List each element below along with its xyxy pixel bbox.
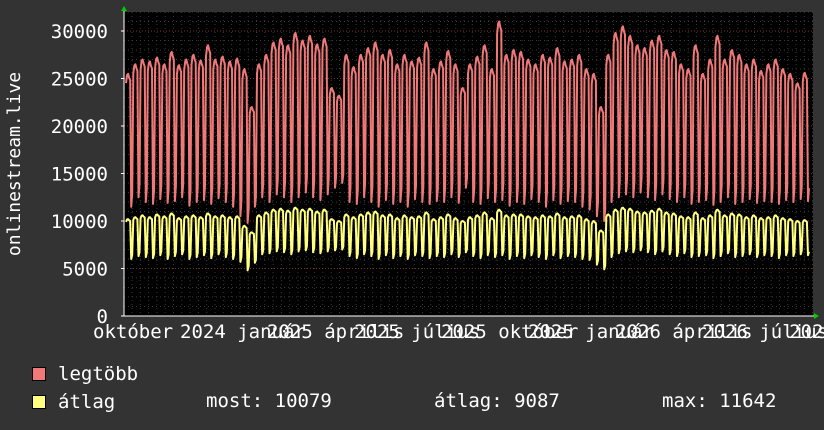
legend-label-atlag: átlag: [58, 391, 116, 413]
stat-most: most: 10079: [206, 390, 332, 412]
legend-swatch-atlag: [32, 395, 46, 409]
y-tick-label: 15000: [51, 164, 108, 186]
x-tick-label: 2026 október: [789, 321, 824, 343]
y-axis-label: onlinestream.live: [4, 72, 25, 256]
y-tick-label: 5000: [62, 259, 108, 281]
legend-swatch-legtobb: [32, 367, 46, 381]
y-tick-label: 10000: [51, 211, 108, 233]
stat-atlag: átlag: 9087: [434, 390, 560, 412]
legend-label-legtobb: legtöbb: [58, 363, 139, 385]
x-tick-label: október: [93, 321, 173, 343]
x-axis-arrow: [814, 313, 819, 319]
y-tick-label: 30000: [51, 21, 108, 43]
y-axis-arrow: [121, 6, 127, 11]
legend-item-legtobb: legtöbb: [32, 363, 139, 385]
legend-item-atlag: átlag: [32, 391, 116, 413]
stat-max: max: 11642: [662, 390, 777, 412]
y-tick-label: 25000: [51, 69, 108, 91]
x-tick-labels: október 2024 január2025 április2025 júliu…: [93, 321, 824, 343]
y-tick-labels: 050001000015000200002500030000: [51, 21, 124, 328]
y-tick-label: 20000: [51, 116, 108, 138]
